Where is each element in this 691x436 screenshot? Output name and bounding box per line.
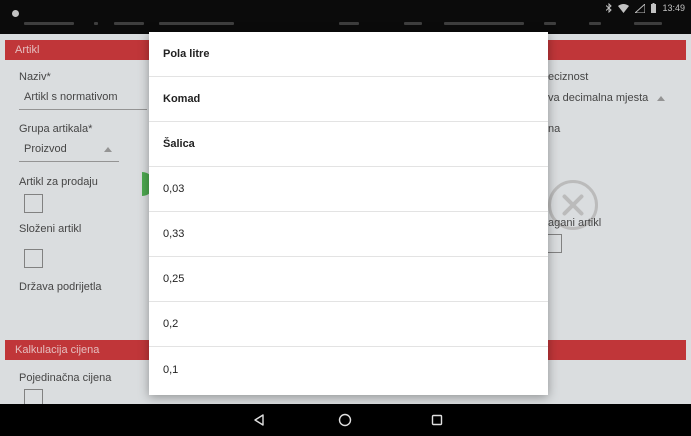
option-0-03[interactable]: 0,03 xyxy=(149,167,548,212)
option-0-1[interactable]: 0,1 xyxy=(149,347,548,392)
back-triangle-icon xyxy=(254,414,264,426)
recents-square-icon xyxy=(431,414,443,426)
recents-button[interactable] xyxy=(428,411,446,429)
home-circle-icon xyxy=(338,413,352,427)
option-pola-litre[interactable]: Pola litre xyxy=(149,32,548,77)
back-button[interactable] xyxy=(250,411,268,429)
option-salica[interactable]: Šalica xyxy=(149,122,548,167)
home-button[interactable] xyxy=(336,411,354,429)
option-0-2[interactable]: 0,2 xyxy=(149,302,548,347)
navigation-bar xyxy=(0,404,691,436)
option-komad[interactable]: Komad xyxy=(149,77,548,122)
option-0-25[interactable]: 0,25 xyxy=(149,257,548,302)
unit-picker-dialog: Pola litre Komad Šalica 0,03 0,33 0,25 0… xyxy=(149,32,548,395)
option-0-33[interactable]: 0,33 xyxy=(149,212,548,257)
